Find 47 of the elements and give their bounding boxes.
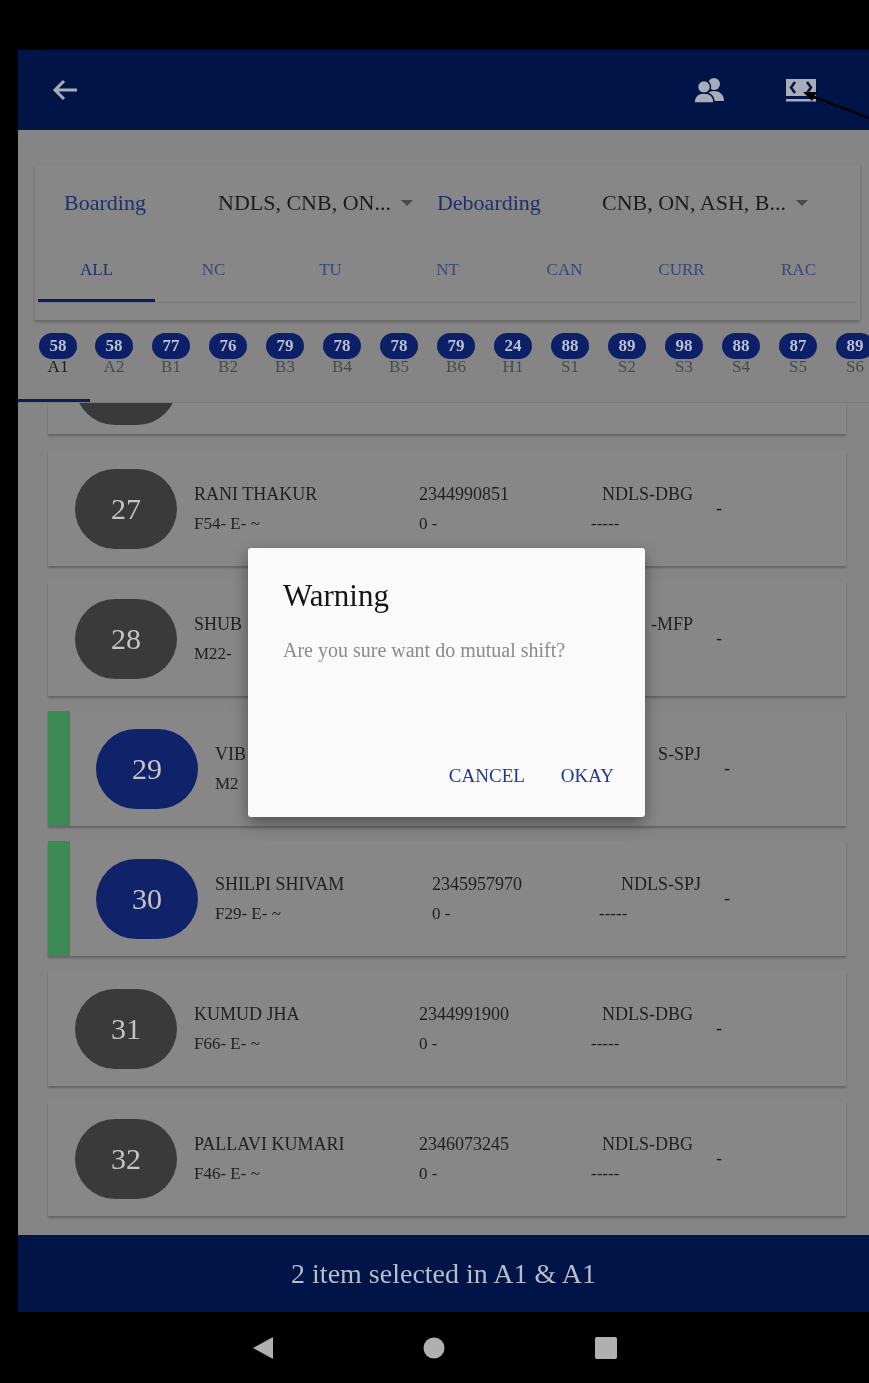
route-text: NDLS-SPJ <box>619 872 701 896</box>
pnr-sub: 0 - <box>432 902 451 925</box>
pnr-sub: 0 - <box>419 1032 438 1055</box>
passenger-name: RANI THAKUR <box>194 482 318 506</box>
route-sub: ----- <box>591 512 620 535</box>
seat-number: 29 <box>96 728 198 809</box>
route-text: NDLS-DBG <box>601 1132 693 1156</box>
seat-number: 27 <box>75 468 177 549</box>
passenger-name: VIB <box>215 742 246 766</box>
passenger-detail: F66- E- ~ <box>194 1032 260 1055</box>
extra-text: - <box>716 628 722 649</box>
passenger-name: SHILPI SHIVAM <box>215 872 345 896</box>
passenger-name: SHUB <box>194 612 242 636</box>
route-text: NDLS-DBG <box>601 1002 693 1026</box>
seat-number: 30 <box>96 858 198 939</box>
passenger-name: PALLAVI KUMARI <box>194 1132 345 1156</box>
seat-number: 32 <box>75 1118 177 1199</box>
selection-text: 2 item selected in A1 & A1 <box>291 1257 596 1290</box>
pnr-number: 2344991900 <box>419 1002 509 1026</box>
pnr-number: 2345957970 <box>432 872 522 896</box>
pnr-number: 2346073245 <box>419 1132 509 1156</box>
boarding-label: Boarding <box>64 189 147 216</box>
extra-text: - <box>716 498 722 519</box>
dialog-title: Warning <box>283 578 390 614</box>
route-text: S-SPJ <box>656 742 701 766</box>
pnr-sub: 0 - <box>419 1162 438 1185</box>
extra-text: - <box>716 1018 722 1039</box>
extra-text: - <box>724 758 730 779</box>
route-sub: ----- <box>591 1032 620 1055</box>
seat-number: 28 <box>75 598 177 679</box>
passenger-detail: F46- E- ~ <box>194 1162 260 1185</box>
extra-text: - <box>716 1148 722 1169</box>
passenger-detail: M22- <box>194 642 232 665</box>
passenger-detail: F54- E- ~ <box>194 512 260 535</box>
pnr-number: 2344990851 <box>419 482 509 506</box>
pnr-sub: 0 - <box>419 512 438 535</box>
extra-text: - <box>724 888 730 909</box>
seat-number: 31 <box>75 988 177 1069</box>
dialog-message: Are you sure want do mutual shift? <box>283 638 567 664</box>
deboarding-label: Deboarding <box>436 189 542 216</box>
route-sub: ----- <box>599 902 628 925</box>
passenger-name: KUMUD JHA <box>194 1002 300 1026</box>
route-text: NDLS-DBG <box>601 482 693 506</box>
passenger-detail: F29- E- ~ <box>215 902 281 925</box>
passenger-detail: M2 <box>215 772 239 795</box>
route-text: -MFP <box>649 612 693 636</box>
route-sub: ----- <box>591 1162 620 1185</box>
